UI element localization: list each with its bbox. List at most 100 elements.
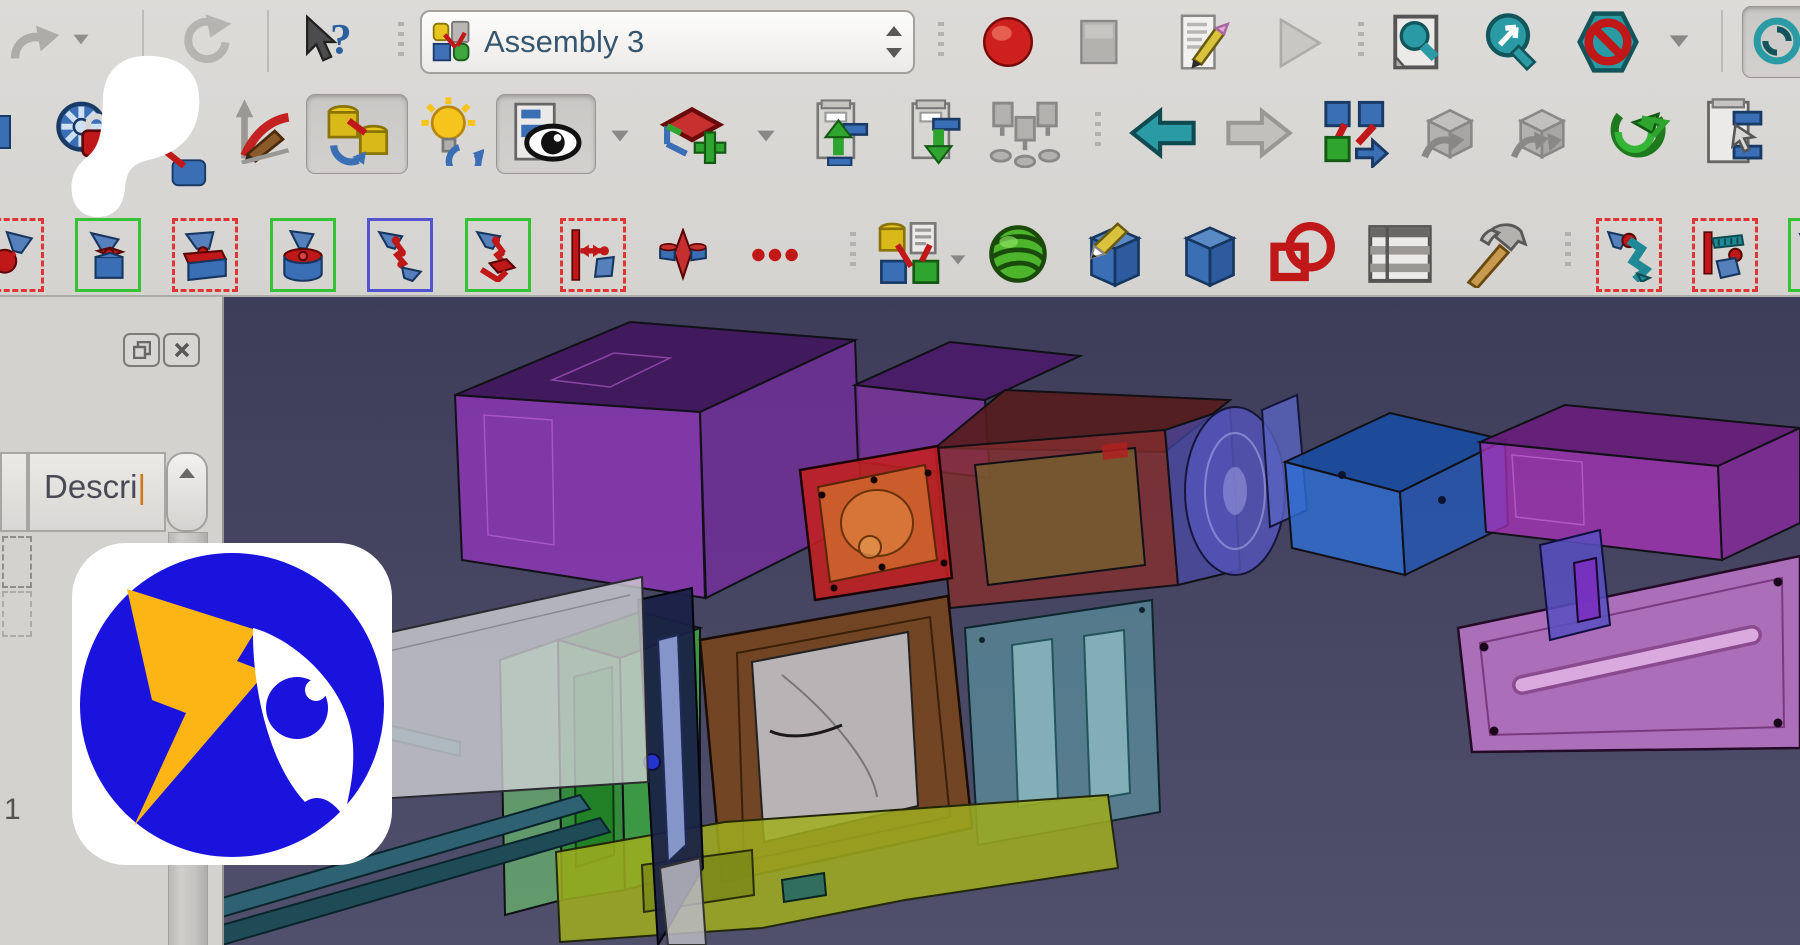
- float-restore-icon: [133, 341, 151, 359]
- chevron-down-icon: [1664, 26, 1694, 54]
- cone-zigzag-lock-icon: [473, 228, 523, 282]
- tree-column-header-description[interactable]: Descri|: [28, 452, 166, 532]
- constraint-point-on-point-button[interactable]: [75, 218, 141, 292]
- update-import-button[interactable]: [1606, 98, 1672, 166]
- toolbar-grip[interactable]: [398, 22, 404, 62]
- zoom-magnifier-arrow-icon: [1480, 10, 1544, 74]
- workbench-selector[interactable]: Assembly 3: [420, 10, 915, 74]
- toolbar-separator: [1721, 10, 1723, 72]
- visibility-dropdown[interactable]: [606, 122, 634, 148]
- constraint-point-on-line-button[interactable]: [172, 218, 238, 292]
- move-part-button[interactable]: [1320, 98, 1390, 168]
- edit-part-button[interactable]: [1082, 220, 1148, 288]
- solve-constraints-button[interactable]: [306, 94, 408, 174]
- dimension-arrows-icon: [568, 228, 618, 282]
- hierarchy-tree-icon: [988, 98, 1062, 168]
- zoom-in-button[interactable]: [1480, 10, 1544, 74]
- toolbar-separator: [267, 10, 269, 72]
- record-circle-icon: [978, 12, 1038, 72]
- clipping-dropdown[interactable]: [1664, 26, 1694, 54]
- toolbar-grip[interactable]: [850, 232, 856, 272]
- scrollbar-up-button[interactable]: [166, 452, 208, 532]
- toolbar-grip[interactable]: [938, 22, 944, 62]
- constraint-distance-button[interactable]: [560, 218, 626, 292]
- whats-this-button[interactable]: ?: [298, 10, 362, 74]
- zoom-document-icon: [1388, 12, 1446, 72]
- shape-binder-button[interactable]: [1268, 222, 1336, 288]
- add-workplane-button[interactable]: [656, 98, 728, 168]
- edit-imported-part-button[interactable]: [1700, 98, 1768, 166]
- document-eye-icon: [509, 100, 583, 166]
- red-circle-square-icon: [1268, 222, 1336, 288]
- toolbar-area: ? Assembly 3: [0, 0, 1800, 297]
- clipped-edge-icon[interactable]: [0, 104, 12, 160]
- panel-close-button[interactable]: [163, 333, 200, 367]
- redo-button[interactable]: [8, 14, 64, 70]
- column-header-label: Descri: [44, 468, 138, 505]
- constraint-clipped-button[interactable]: [0, 218, 44, 292]
- tree-selection-cell[interactable]: [2, 536, 32, 588]
- spreadsheet-button[interactable]: [1366, 222, 1434, 286]
- edit-macro-icon: [1172, 12, 1232, 72]
- array-copy-button[interactable]: [1510, 100, 1574, 166]
- macro-edit-button[interactable]: [1172, 12, 1232, 72]
- macro-record-button[interactable]: [978, 12, 1038, 72]
- workplane-dropdown[interactable]: [752, 122, 780, 148]
- blue-box-pencil-icon: [1082, 220, 1148, 288]
- hammer-tool-button[interactable]: [1462, 220, 1532, 288]
- auto-solve-button[interactable]: [418, 96, 484, 166]
- constraint-clipped-right-button[interactable]: [1788, 218, 1800, 292]
- clipping-plane-button[interactable]: [1574, 8, 1642, 76]
- no-entry-hexagon-icon: [1574, 8, 1642, 76]
- zoom-fit-button[interactable]: [1388, 12, 1446, 72]
- chevron-down-icon: [752, 122, 780, 148]
- appearance-sphere-button[interactable]: [986, 222, 1050, 286]
- parts-group-dropdown[interactable]: [946, 248, 970, 270]
- active-view-toggle-button[interactable]: [1742, 6, 1800, 78]
- chevron-down-icon: [946, 248, 970, 270]
- update-part-button[interactable]: [905, 98, 967, 166]
- constraint-circular-edge-button[interactable]: [270, 218, 336, 292]
- constraint-ruler-button[interactable]: [1692, 218, 1758, 292]
- document-down-arrow-icon: [905, 98, 967, 166]
- white-blob-overlay: [70, 48, 205, 220]
- parts-group-button[interactable]: [876, 220, 946, 286]
- view-part-button[interactable]: [1178, 220, 1242, 288]
- cone-sliver-icon: [1796, 228, 1800, 282]
- 3d-viewport[interactable]: [222, 295, 1800, 945]
- cone-on-block-icon: [180, 228, 230, 282]
- constraint-axial-lock-button[interactable]: [465, 218, 531, 292]
- close-icon: [174, 342, 190, 358]
- green-refresh-export-icon: [1606, 98, 1672, 166]
- tree-cell[interactable]: [2, 591, 32, 637]
- teal-left-arrow-icon: [1128, 102, 1198, 164]
- clipped-text-edge: |: [138, 468, 147, 505]
- constraint-symmetric-button[interactable]: [650, 218, 716, 292]
- toolbar-grip[interactable]: [1565, 232, 1571, 272]
- tree-column-header-empty[interactable]: [0, 452, 28, 532]
- undo-move-button[interactable]: [1128, 102, 1198, 164]
- redo-move-button[interactable]: [1224, 102, 1294, 164]
- stop-square-icon: [1072, 14, 1128, 70]
- constraint-arm-button[interactable]: [1596, 218, 1662, 292]
- lightbulb-refresh-icon: [418, 96, 484, 166]
- mirror-plane-icon: [658, 228, 708, 282]
- redo-arrow-icon: [8, 14, 64, 70]
- whats-this-cursor-icon: ?: [298, 10, 362, 74]
- svg-text:?: ?: [330, 15, 352, 63]
- toggle-transparency-button[interactable]: [496, 94, 596, 174]
- toolbar-grip[interactable]: [1358, 22, 1364, 62]
- hierarchy-button[interactable]: [988, 98, 1062, 168]
- more-constraints-button[interactable]: [742, 218, 808, 292]
- macro-play-button[interactable]: [1268, 12, 1330, 74]
- simple-copy-button[interactable]: [1418, 100, 1482, 166]
- tree-item-label[interactable]: 1: [4, 793, 21, 827]
- panel-float-button[interactable]: [123, 333, 160, 367]
- macro-stop-button[interactable]: [1072, 14, 1128, 70]
- arrow-up-icon: [177, 466, 197, 480]
- play-triangle-icon: [1268, 12, 1330, 74]
- import-part-button[interactable]: [810, 98, 872, 166]
- sketch-axis-button[interactable]: [228, 98, 294, 164]
- toolbar-grip[interactable]: [1095, 112, 1101, 152]
- constraint-axial-button[interactable]: [367, 218, 433, 292]
